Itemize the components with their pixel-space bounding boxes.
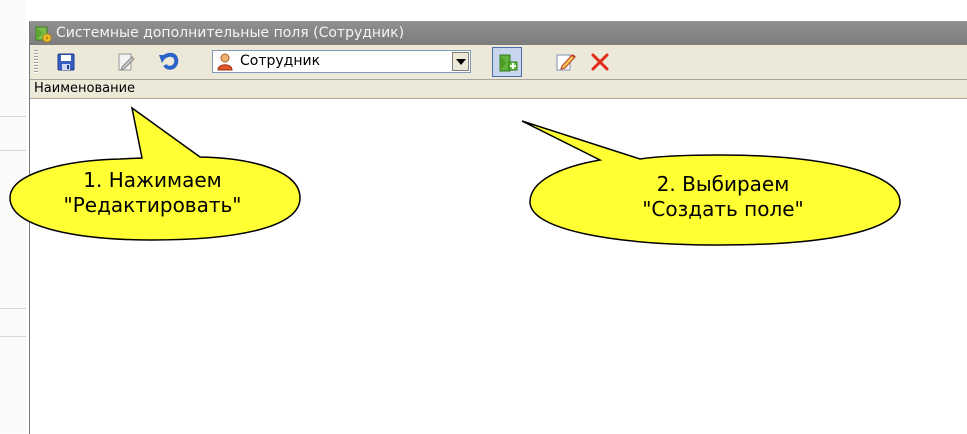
toolbar-grip[interactable] (34, 50, 38, 74)
callout-2-line2: "Создать поле" (642, 197, 804, 221)
create-field-icon (499, 54, 518, 72)
callout-1-line1: 1. Нажимаем (83, 168, 222, 192)
column-header-name[interactable]: Наименование (30, 80, 967, 99)
entity-select[interactable]: Сотрудник (212, 50, 471, 73)
fields-table-body[interactable] (30, 99, 967, 434)
delete-button[interactable] (588, 50, 612, 74)
undo-button[interactable] (156, 50, 180, 74)
edit-field-icon (556, 54, 576, 71)
person-icon (217, 53, 233, 71)
edit-button[interactable] (114, 50, 138, 74)
entity-select-value: Сотрудник (240, 53, 321, 69)
create-field-button[interactable] (492, 47, 522, 77)
window-titlebar[interactable]: Системные дополнительные поля (Сотрудник… (30, 22, 967, 45)
callout-1-line2: "Редактировать" (63, 193, 242, 217)
column-header-label: Наименование (34, 81, 136, 96)
callout-2-line1: 2. Выбираем (656, 172, 790, 196)
edit-field-button[interactable] (553, 50, 577, 74)
chevron-down-icon[interactable] (452, 52, 469, 71)
toolbar: Сотрудник (30, 45, 967, 80)
save-button[interactable] (54, 50, 78, 74)
edit-icon (118, 53, 135, 71)
system-fields-window: Системные дополнительные поля (Сотрудник… (29, 21, 967, 434)
app-icon (35, 26, 52, 43)
callout-1-text: 1. Нажимаем "Редактировать" (20, 168, 285, 218)
window-title: Системные дополнительные поля (Сотрудник… (56, 25, 405, 41)
delete-icon (591, 53, 609, 71)
callout-2-text: 2. Выбираем "Создать поле" (573, 172, 873, 222)
save-icon (57, 53, 75, 71)
undo-icon (159, 52, 179, 70)
